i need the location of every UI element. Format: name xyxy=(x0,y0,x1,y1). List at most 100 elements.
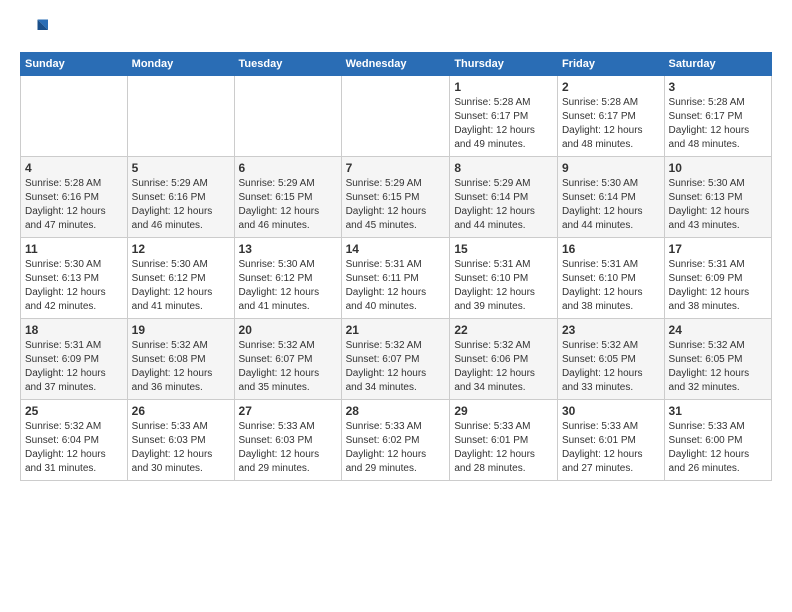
day-info: Sunrise: 5:33 AM Sunset: 6:03 PM Dayligh… xyxy=(239,420,337,476)
calendar-cell: 10 Sunrise: 5:30 AM Sunset: 6:13 PM Dayli… xyxy=(664,157,771,238)
calendar-cell: 8 Sunrise: 5:29 AM Sunset: 6:14 PM Daylig… xyxy=(450,157,558,238)
day-info: Sunrise: 5:31 AM Sunset: 6:11 PM Dayligh… xyxy=(346,258,446,314)
day-info: Sunrise: 5:29 AM Sunset: 6:15 PM Dayligh… xyxy=(346,177,446,233)
day-number: 26 xyxy=(132,404,230,418)
col-header-thursday: Thursday xyxy=(450,53,558,76)
col-header-wednesday: Wednesday xyxy=(341,53,450,76)
day-info: Sunrise: 5:30 AM Sunset: 6:13 PM Dayligh… xyxy=(25,258,123,314)
day-number: 6 xyxy=(239,161,337,175)
day-info: Sunrise: 5:33 AM Sunset: 6:01 PM Dayligh… xyxy=(562,420,660,476)
day-number: 18 xyxy=(25,323,123,337)
day-info: Sunrise: 5:32 AM Sunset: 6:04 PM Dayligh… xyxy=(25,420,123,476)
calendar-cell: 22 Sunrise: 5:32 AM Sunset: 6:06 PM Dayli… xyxy=(450,319,558,400)
day-number: 25 xyxy=(25,404,123,418)
day-info: Sunrise: 5:31 AM Sunset: 6:09 PM Dayligh… xyxy=(25,339,123,395)
calendar-cell: 19 Sunrise: 5:32 AM Sunset: 6:08 PM Dayli… xyxy=(127,319,234,400)
day-info: Sunrise: 5:31 AM Sunset: 6:10 PM Dayligh… xyxy=(454,258,553,314)
calendar-table: SundayMondayTuesdayWednesdayThursdayFrid… xyxy=(20,52,772,481)
calendar-cell: 25 Sunrise: 5:32 AM Sunset: 6:04 PM Dayli… xyxy=(21,400,128,481)
calendar-cell: 15 Sunrise: 5:31 AM Sunset: 6:10 PM Dayli… xyxy=(450,238,558,319)
day-number: 1 xyxy=(454,80,553,94)
day-info: Sunrise: 5:28 AM Sunset: 6:16 PM Dayligh… xyxy=(25,177,123,233)
day-number: 14 xyxy=(346,242,446,256)
day-number: 31 xyxy=(669,404,767,418)
day-info: Sunrise: 5:33 AM Sunset: 6:02 PM Dayligh… xyxy=(346,420,446,476)
day-info: Sunrise: 5:30 AM Sunset: 6:13 PM Dayligh… xyxy=(669,177,767,233)
day-info: Sunrise: 5:29 AM Sunset: 6:14 PM Dayligh… xyxy=(454,177,553,233)
day-info: Sunrise: 5:31 AM Sunset: 6:10 PM Dayligh… xyxy=(562,258,660,314)
calendar-week-row: 11 Sunrise: 5:30 AM Sunset: 6:13 PM Dayli… xyxy=(21,238,772,319)
day-number: 19 xyxy=(132,323,230,337)
calendar-cell: 13 Sunrise: 5:30 AM Sunset: 6:12 PM Dayli… xyxy=(234,238,341,319)
day-info: Sunrise: 5:33 AM Sunset: 6:00 PM Dayligh… xyxy=(669,420,767,476)
calendar-cell: 29 Sunrise: 5:33 AM Sunset: 6:01 PM Dayli… xyxy=(450,400,558,481)
day-info: Sunrise: 5:28 AM Sunset: 6:17 PM Dayligh… xyxy=(669,96,767,152)
day-number: 10 xyxy=(669,161,767,175)
day-number: 2 xyxy=(562,80,660,94)
col-header-monday: Monday xyxy=(127,53,234,76)
calendar-cell: 28Sunrise: 5:33 AM Sunset: 6:02 PM Dayli… xyxy=(341,400,450,481)
day-info: Sunrise: 5:32 AM Sunset: 6:05 PM Dayligh… xyxy=(562,339,660,395)
day-number: 16 xyxy=(562,242,660,256)
day-number: 17 xyxy=(669,242,767,256)
calendar-cell: 27 Sunrise: 5:33 AM Sunset: 6:03 PM Dayli… xyxy=(234,400,341,481)
calendar-cell: 30 Sunrise: 5:33 AM Sunset: 6:01 PM Dayli… xyxy=(557,400,664,481)
calendar-cell xyxy=(21,76,128,157)
calendar-cell: 20 Sunrise: 5:32 AM Sunset: 6:07 PM Dayli… xyxy=(234,319,341,400)
calendar-week-row: 1 Sunrise: 5:28 AM Sunset: 6:17 PM Daylig… xyxy=(21,76,772,157)
calendar-cell: 26Sunrise: 5:33 AM Sunset: 6:03 PM Dayli… xyxy=(127,400,234,481)
calendar-cell xyxy=(234,76,341,157)
day-info: Sunrise: 5:32 AM Sunset: 6:08 PM Dayligh… xyxy=(132,339,230,395)
calendar-cell: 16 Sunrise: 5:31 AM Sunset: 6:10 PM Dayli… xyxy=(557,238,664,319)
calendar-cell: 7 Sunrise: 5:29 AM Sunset: 6:15 PM Daylig… xyxy=(341,157,450,238)
calendar-week-row: 18 Sunrise: 5:31 AM Sunset: 6:09 PM Dayli… xyxy=(21,319,772,400)
day-info: Sunrise: 5:32 AM Sunset: 6:06 PM Dayligh… xyxy=(454,339,553,395)
calendar-cell: 6 Sunrise: 5:29 AM Sunset: 6:15 PM Daylig… xyxy=(234,157,341,238)
day-info: Sunrise: 5:32 AM Sunset: 6:07 PM Dayligh… xyxy=(239,339,337,395)
calendar-cell xyxy=(127,76,234,157)
calendar-cell xyxy=(341,76,450,157)
day-info: Sunrise: 5:32 AM Sunset: 6:05 PM Dayligh… xyxy=(669,339,767,395)
day-number: 11 xyxy=(25,242,123,256)
day-info: Sunrise: 5:33 AM Sunset: 6:01 PM Dayligh… xyxy=(454,420,553,476)
day-number: 20 xyxy=(239,323,337,337)
day-number: 13 xyxy=(239,242,337,256)
day-number: 7 xyxy=(346,161,446,175)
calendar-header-row: SundayMondayTuesdayWednesdayThursdayFrid… xyxy=(21,53,772,76)
day-number: 9 xyxy=(562,161,660,175)
day-number: 15 xyxy=(454,242,553,256)
day-number: 3 xyxy=(669,80,767,94)
day-info: Sunrise: 5:30 AM Sunset: 6:14 PM Dayligh… xyxy=(562,177,660,233)
calendar-cell: 2 Sunrise: 5:28 AM Sunset: 6:17 PM Daylig… xyxy=(557,76,664,157)
calendar-cell: 17 Sunrise: 5:31 AM Sunset: 6:09 PM Dayli… xyxy=(664,238,771,319)
day-info: Sunrise: 5:31 AM Sunset: 6:09 PM Dayligh… xyxy=(669,258,767,314)
calendar-cell: 24 Sunrise: 5:32 AM Sunset: 6:05 PM Dayli… xyxy=(664,319,771,400)
calendar-cell: 12Sunrise: 5:30 AM Sunset: 6:12 PM Dayli… xyxy=(127,238,234,319)
day-number: 29 xyxy=(454,404,553,418)
logo xyxy=(20,16,52,44)
calendar-cell: 18 Sunrise: 5:31 AM Sunset: 6:09 PM Dayli… xyxy=(21,319,128,400)
day-number: 23 xyxy=(562,323,660,337)
day-number: 27 xyxy=(239,404,337,418)
day-number: 22 xyxy=(454,323,553,337)
calendar-cell: 11 Sunrise: 5:30 AM Sunset: 6:13 PM Dayli… xyxy=(21,238,128,319)
day-info: Sunrise: 5:28 AM Sunset: 6:17 PM Dayligh… xyxy=(562,96,660,152)
day-number: 24 xyxy=(669,323,767,337)
day-number: 30 xyxy=(562,404,660,418)
calendar-week-row: 4 Sunrise: 5:28 AM Sunset: 6:16 PM Daylig… xyxy=(21,157,772,238)
calendar-cell: 14 Sunrise: 5:31 AM Sunset: 6:11 PM Dayli… xyxy=(341,238,450,319)
calendar-cell: 31 Sunrise: 5:33 AM Sunset: 6:00 PM Dayli… xyxy=(664,400,771,481)
calendar-cell: 5Sunrise: 5:29 AM Sunset: 6:16 PM Daylig… xyxy=(127,157,234,238)
col-header-tuesday: Tuesday xyxy=(234,53,341,76)
calendar-cell: 4 Sunrise: 5:28 AM Sunset: 6:16 PM Daylig… xyxy=(21,157,128,238)
col-header-friday: Friday xyxy=(557,53,664,76)
calendar-cell: 23 Sunrise: 5:32 AM Sunset: 6:05 PM Dayli… xyxy=(557,319,664,400)
calendar-cell: 3 Sunrise: 5:28 AM Sunset: 6:17 PM Daylig… xyxy=(664,76,771,157)
day-info: Sunrise: 5:30 AM Sunset: 6:12 PM Dayligh… xyxy=(239,258,337,314)
col-header-saturday: Saturday xyxy=(664,53,771,76)
page-header xyxy=(20,16,772,44)
day-info: Sunrise: 5:29 AM Sunset: 6:15 PM Dayligh… xyxy=(239,177,337,233)
day-number: 4 xyxy=(25,161,123,175)
day-number: 8 xyxy=(454,161,553,175)
logo-icon xyxy=(20,16,48,44)
